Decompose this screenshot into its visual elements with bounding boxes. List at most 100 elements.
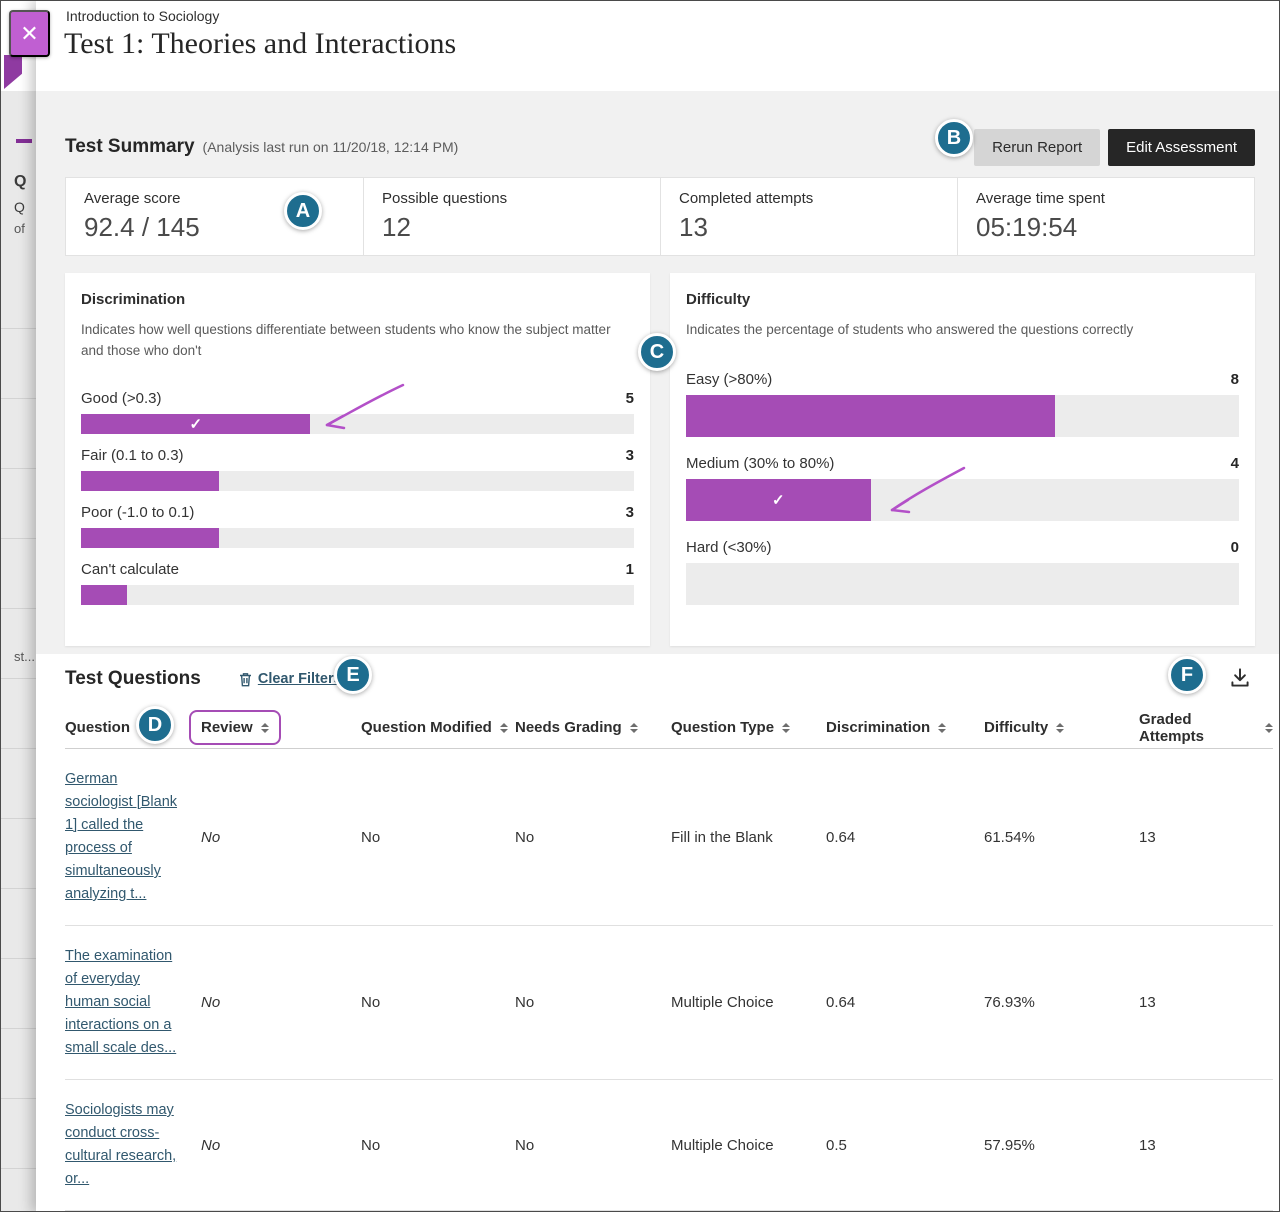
cell-graded-attempts: 13 xyxy=(1139,829,1273,846)
annotation-badge-a: A xyxy=(284,192,322,230)
cell-question-type: Multiple Choice xyxy=(671,1137,826,1154)
annotation-badge-b: B xyxy=(935,119,973,157)
bar-easy: Easy (>80%) 8 xyxy=(686,371,1239,437)
stat-value: 12 xyxy=(382,212,642,243)
bar-label: Can't calculate xyxy=(81,561,179,578)
cell-discrimination: 0.5 xyxy=(826,1137,984,1154)
bar-count: 4 xyxy=(1231,455,1239,472)
bar-label: Easy (>80%) xyxy=(686,371,772,388)
difficulty-title: Difficulty xyxy=(686,291,1239,308)
stat-completed-attempts: Completed attempts 13 xyxy=(660,178,957,255)
discrimination-description: Indicates how well questions differentia… xyxy=(81,320,634,362)
cell-graded-attempts: 13 xyxy=(1139,994,1273,1011)
check-icon: ✓ xyxy=(189,415,202,433)
download-report-button[interactable] xyxy=(1225,663,1255,696)
question-link[interactable]: The examination of everyday human social… xyxy=(65,948,176,1056)
cell-needs-grading: No xyxy=(515,1137,671,1154)
clear-filters-label: Clear Filters xyxy=(258,671,342,687)
bar-label: Fair (0.1 to 0.3) xyxy=(81,447,184,464)
sort-icon xyxy=(1265,723,1273,733)
column-header-review[interactable]: Review xyxy=(201,710,361,745)
cell-review: No xyxy=(201,994,361,1011)
background-text-fragment: Q xyxy=(14,199,25,215)
column-header-question[interactable]: Question xyxy=(65,719,201,736)
column-header-question-modified[interactable]: Question Modified xyxy=(361,719,515,736)
rerun-report-button[interactable]: Rerun Report xyxy=(974,129,1100,166)
bar-cant-calculate: Can't calculate 1 xyxy=(81,561,634,605)
background-page-sliver: Q Q of st... xyxy=(1,1,36,1212)
bar-good: Good (>0.3) 5 ✓ xyxy=(81,390,634,434)
difficulty-bars: Easy (>80%) 8 Medium (30% to 80%) 4 ✓ xyxy=(686,371,1239,605)
column-header-graded-attempts[interactable]: Graded Attempts xyxy=(1139,711,1273,745)
bar-track[interactable] xyxy=(686,563,1239,605)
stat-possible-questions: Possible questions 12 xyxy=(363,178,660,255)
bar-fill xyxy=(81,585,127,605)
bar-count: 8 xyxy=(1231,371,1239,388)
difficulty-description: Indicates the percentage of students who… xyxy=(686,320,1239,341)
bar-fill xyxy=(81,471,219,491)
cell-graded-attempts: 13 xyxy=(1139,1137,1273,1154)
clear-filters-link[interactable]: Clear Filters xyxy=(239,671,342,687)
check-icon: ✓ xyxy=(772,491,785,509)
bar-medium: Medium (30% to 80%) 4 ✓ xyxy=(686,455,1239,521)
column-header-needs-grading[interactable]: Needs Grading xyxy=(515,719,671,736)
cell-needs-grading: No xyxy=(515,994,671,1011)
cell-question-type: Multiple Choice xyxy=(671,994,826,1011)
review-header-highlight: Review xyxy=(189,710,281,745)
bar-count: 1 xyxy=(626,561,634,578)
bar-label: Poor (-1.0 to 0.1) xyxy=(81,504,194,521)
analysis-last-run-note: (Analysis last run on 11/20/18, 12:14 PM… xyxy=(203,139,459,155)
cell-discrimination: 0.64 xyxy=(826,994,984,1011)
discrimination-card: Discrimination Indicates how well questi… xyxy=(65,273,650,646)
table-row: The examination of everyday human social… xyxy=(65,926,1273,1080)
bar-track[interactable] xyxy=(81,471,634,491)
stat-value: 13 xyxy=(679,212,939,243)
edit-assessment-button[interactable]: Edit Assessment xyxy=(1108,129,1255,166)
bar-track[interactable]: ✓ xyxy=(686,479,1239,521)
course-name: Introduction to Sociology xyxy=(66,8,219,24)
close-panel-button[interactable]: ✕ xyxy=(9,10,50,57)
annotation-badge-c: C xyxy=(638,333,676,371)
cell-difficulty: 76.93% xyxy=(984,994,1139,1011)
sort-icon xyxy=(630,723,638,733)
download-icon xyxy=(1227,665,1253,691)
background-page-row-lines xyxy=(1,259,36,1212)
difficulty-card: Difficulty Indicates the percentage of s… xyxy=(670,273,1255,646)
sort-icon xyxy=(938,723,946,733)
column-header-difficulty[interactable]: Difficulty xyxy=(984,719,1139,736)
bar-track[interactable] xyxy=(686,395,1239,437)
column-header-question-type[interactable]: Question Type xyxy=(671,719,826,736)
bar-label: Hard (<30%) xyxy=(686,539,771,556)
background-text-fragment: st... xyxy=(14,649,35,664)
table-header-row: Question Review Question Modified Needs … xyxy=(65,707,1273,749)
question-link[interactable]: German sociologist [Blank 1] called the … xyxy=(65,771,177,902)
annotation-badge-f: F xyxy=(1168,656,1206,694)
stat-label: Possible questions xyxy=(382,190,642,207)
bar-count: 3 xyxy=(626,447,634,464)
bar-poor: Poor (-1.0 to 0.1) 3 xyxy=(81,504,634,548)
table-row: Sociologists may conduct cross-cultural … xyxy=(65,1080,1273,1211)
background-page-accent xyxy=(16,139,32,143)
discrimination-bars: Good (>0.3) 5 ✓ Fair (0.1 to 0.3) 3 xyxy=(81,390,634,605)
stat-average-time: Average time spent 05:19:54 xyxy=(957,178,1254,255)
trash-icon xyxy=(239,672,252,687)
cell-difficulty: 57.95% xyxy=(984,1137,1139,1154)
bar-label: Good (>0.3) xyxy=(81,390,161,407)
bar-count: 5 xyxy=(626,390,634,407)
test-questions-table: Question Review Question Modified Needs … xyxy=(36,707,1280,1211)
bar-track[interactable] xyxy=(81,528,634,548)
bar-track[interactable] xyxy=(81,585,634,605)
page-title: Test 1: Theories and Interactions xyxy=(64,27,456,61)
bar-fill xyxy=(81,528,219,548)
question-link[interactable]: Sociologists may conduct cross-cultural … xyxy=(65,1102,176,1187)
bar-track[interactable]: ✓ xyxy=(81,414,634,434)
cell-question-modified: No xyxy=(361,829,515,846)
cell-question-type: Fill in the Blank xyxy=(671,829,826,846)
test-questions-heading: Test Questions xyxy=(65,668,201,690)
discrimination-title: Discrimination xyxy=(81,291,634,308)
column-header-discrimination[interactable]: Discrimination xyxy=(826,719,984,736)
cell-question-modified: No xyxy=(361,1137,515,1154)
cell-question: German sociologist [Blank 1] called the … xyxy=(65,749,201,925)
cell-question: Sociologists may conduct cross-cultural … xyxy=(65,1080,201,1210)
sort-icon xyxy=(261,723,269,733)
